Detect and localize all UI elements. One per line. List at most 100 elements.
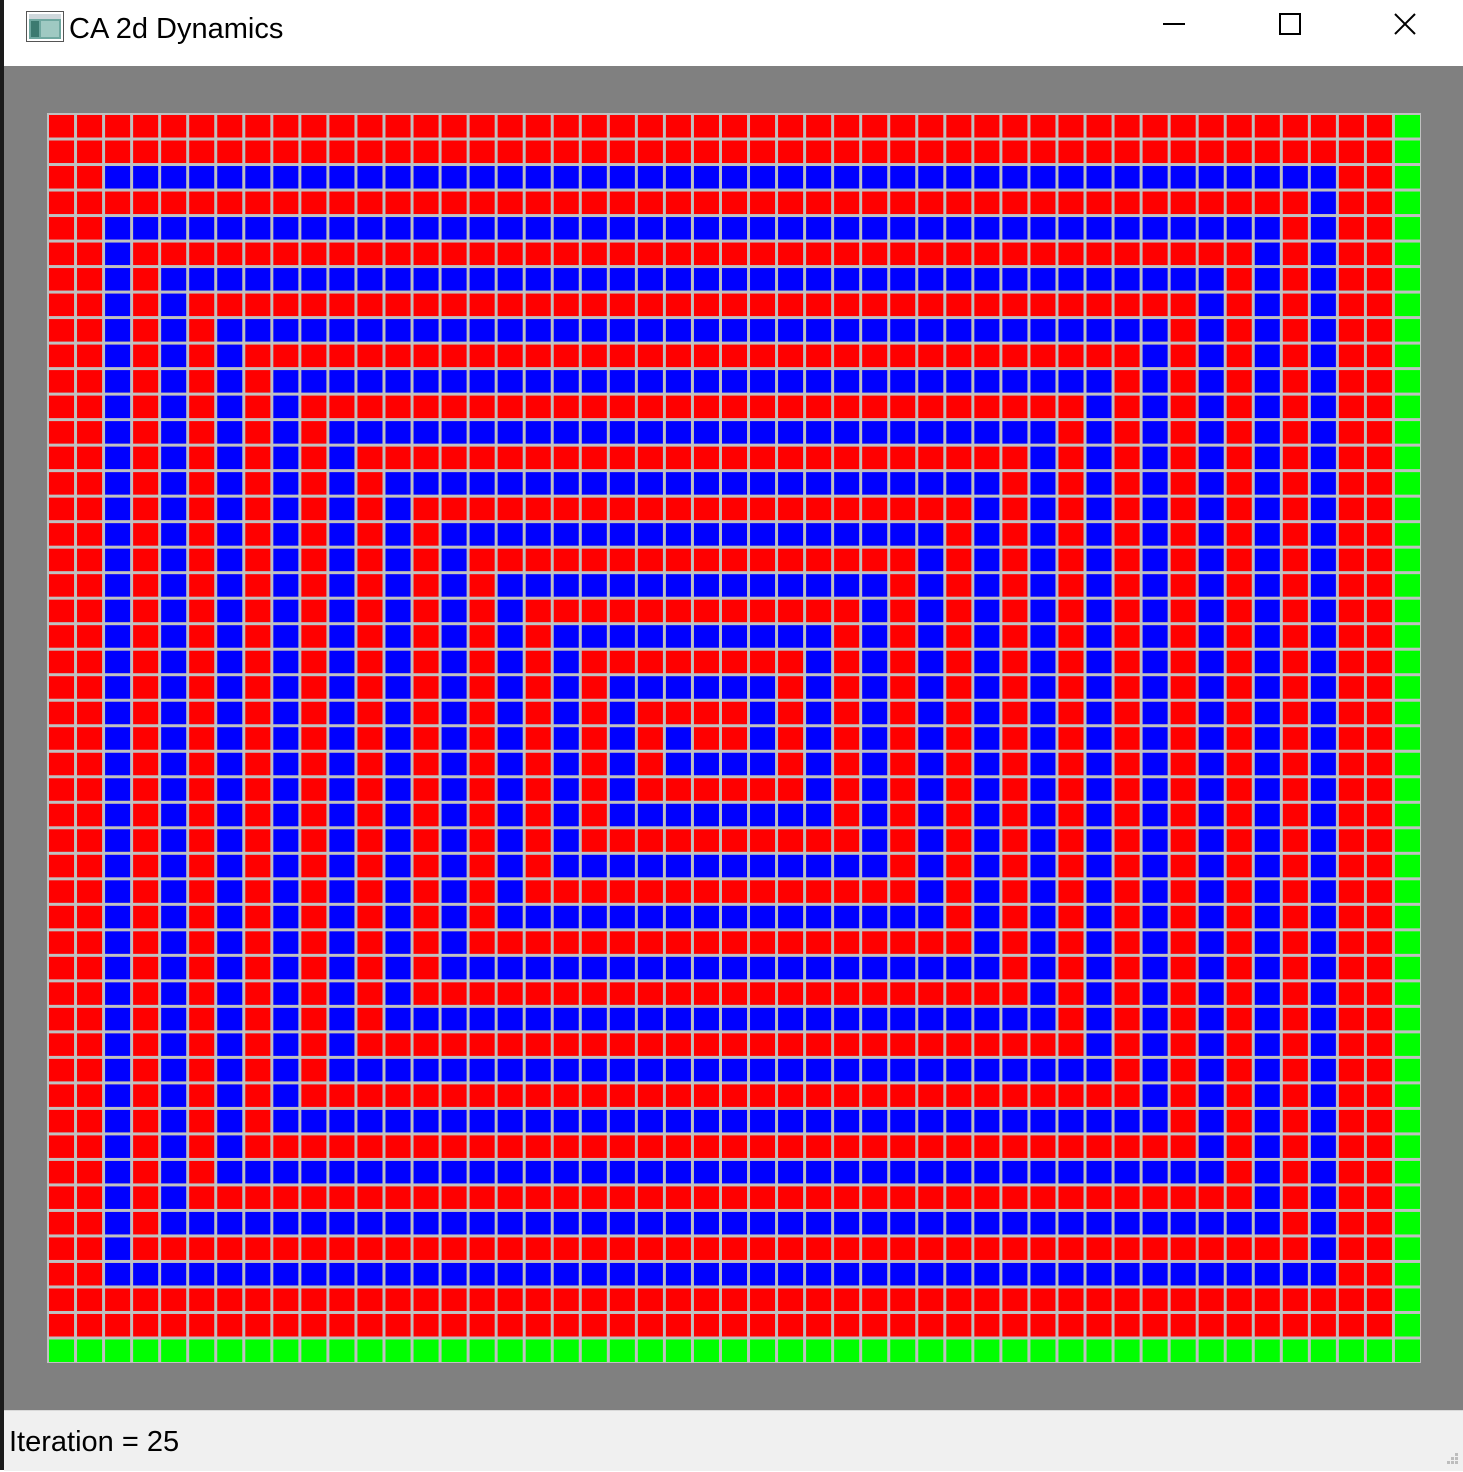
ca-cell [105, 1058, 131, 1082]
ca-cell [1086, 344, 1112, 368]
ca-cell [1198, 166, 1224, 189]
ca-cell [1282, 982, 1308, 1005]
ca-cell [750, 191, 776, 215]
ca-cell [245, 982, 271, 1005]
ca-cell [1366, 1211, 1392, 1235]
ca-cell [778, 191, 804, 215]
ca-cell [1394, 166, 1420, 189]
ca-cell [1170, 370, 1196, 393]
ca-cell [1310, 727, 1336, 750]
ca-cell [1086, 115, 1112, 138]
ca-cell [245, 497, 271, 521]
ca-cell [693, 370, 719, 393]
ca-cell [49, 472, 75, 495]
ca-cell [1002, 854, 1028, 878]
ca-cell [862, 1339, 888, 1362]
title-bar[interactable]: CA 2d Dynamics [4, 0, 1463, 66]
ca-cell [946, 1084, 972, 1107]
ca-cell [946, 905, 972, 929]
minimize-button[interactable] [1116, 0, 1232, 52]
ca-cell [1394, 1058, 1420, 1082]
ca-cell [1030, 140, 1056, 164]
ca-cell [1226, 1058, 1252, 1082]
resize-grip-icon[interactable] [1443, 1451, 1459, 1467]
ca-cell [637, 727, 663, 750]
ca-cell [581, 1084, 607, 1107]
close-button[interactable] [1347, 0, 1463, 52]
ca-cell [301, 140, 327, 164]
ca-cell [834, 625, 860, 648]
ca-cell [189, 803, 215, 827]
ca-cell [665, 778, 691, 801]
ca-cell [161, 1237, 187, 1260]
ca-cell [581, 1237, 607, 1260]
ca-cell [189, 1033, 215, 1056]
ca-cell [441, 982, 467, 1005]
ca-cell [637, 701, 663, 725]
ca-cell [974, 854, 1000, 878]
ca-cell [1254, 191, 1280, 215]
ca-cell [1142, 727, 1168, 750]
ca-cell [1254, 421, 1280, 444]
ca-cell [862, 446, 888, 470]
ca-cell [273, 523, 299, 546]
ca-cell [161, 854, 187, 878]
ca-cell [1254, 166, 1280, 189]
ca-cell [1114, 829, 1140, 852]
ca-cell [105, 217, 131, 240]
ca-cell [301, 956, 327, 980]
ca-cell [1086, 752, 1112, 776]
ca-cell [1142, 625, 1168, 648]
ca-cell [1142, 293, 1168, 317]
ca-cell [1394, 217, 1420, 240]
ca-cell [1002, 1007, 1028, 1031]
ca-cell [273, 472, 299, 495]
ca-cell [1002, 1058, 1028, 1082]
ca-cell [413, 472, 439, 495]
ca-cell [161, 1186, 187, 1209]
ca-cell [609, 1135, 635, 1158]
ca-cell [1142, 1033, 1168, 1056]
ca-cell [1338, 242, 1364, 266]
ca-cell [1198, 701, 1224, 725]
ca-cell [665, 931, 691, 954]
ca-cell [693, 1288, 719, 1311]
ca-cell [441, 931, 467, 954]
ca-cell [161, 1160, 187, 1184]
ca-cell [834, 446, 860, 470]
ca-cell [693, 1262, 719, 1286]
ca-cell [553, 191, 579, 215]
ca-cell [1338, 1262, 1364, 1286]
ca-cell [1058, 191, 1084, 215]
ca-cell [49, 1109, 75, 1133]
ca-cell [525, 242, 551, 266]
ca-cell [553, 625, 579, 648]
ca-cell [1254, 625, 1280, 648]
ca-cell [273, 1007, 299, 1031]
ca-cell [1142, 931, 1168, 954]
ca-cell [385, 1109, 411, 1133]
ca-cell [1282, 548, 1308, 572]
ca-cell [890, 344, 916, 368]
ca-cell [834, 956, 860, 980]
ca-cell [1002, 829, 1028, 852]
ca-cell [469, 344, 495, 368]
ca-cell [161, 803, 187, 827]
ca-cell [497, 395, 523, 419]
ca-cell [441, 1237, 467, 1260]
ca-cell [385, 1262, 411, 1286]
ca-cell [778, 574, 804, 597]
ca-cell [1310, 854, 1336, 878]
ca-cell [273, 370, 299, 393]
ca-cell [721, 829, 748, 852]
ca-cell [1226, 956, 1252, 980]
ca-cell [1366, 548, 1392, 572]
ca-cell [301, 217, 327, 240]
ca-cell [1086, 1033, 1112, 1056]
ca-cell [778, 701, 804, 725]
ca-cell [1058, 625, 1084, 648]
maximize-button[interactable] [1232, 0, 1348, 52]
ca-cell [1310, 1033, 1336, 1056]
ca-cell [273, 1084, 299, 1107]
ca-cell [469, 1211, 495, 1235]
